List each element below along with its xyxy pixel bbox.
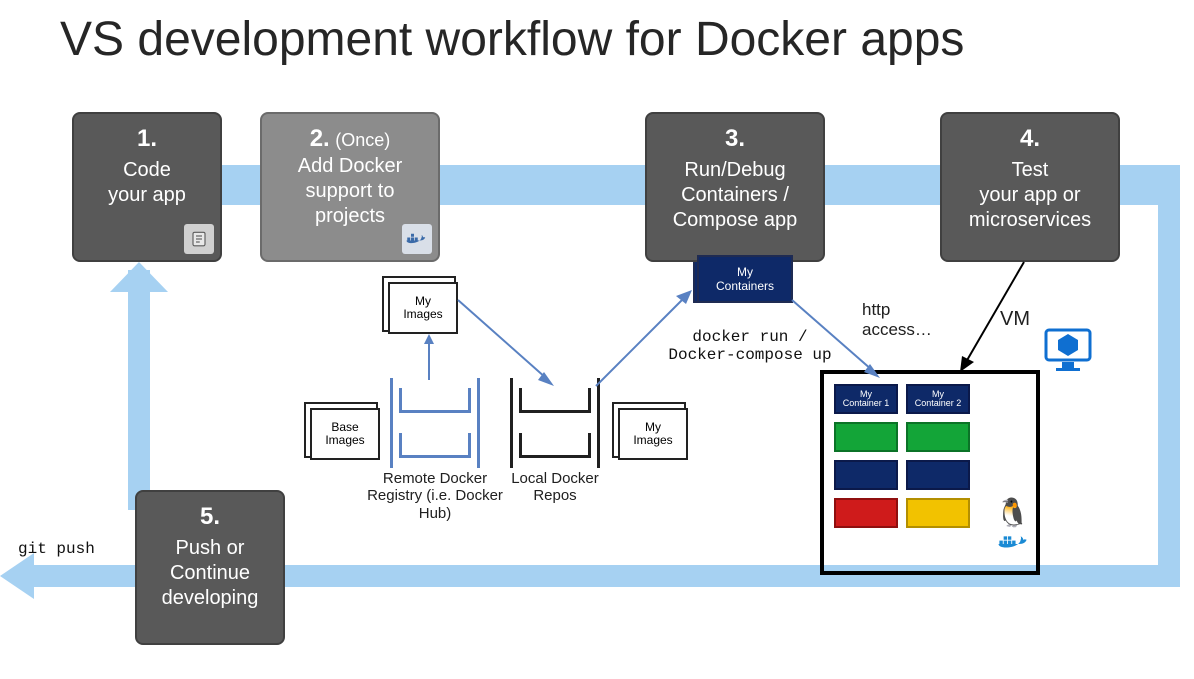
vm-container-red — [834, 498, 898, 528]
step-5-num: 5. — [145, 502, 275, 532]
my-containers-label: My Containers — [716, 265, 774, 293]
arrow-containers-to-vm — [792, 300, 882, 380]
step-1-text: Code your app — [82, 158, 212, 208]
flow-band-right — [1158, 165, 1180, 585]
vm-monitor-icon — [1044, 328, 1092, 372]
arrow-myimages-to-local — [458, 300, 558, 390]
step-2-header: 2. (Once) — [310, 129, 391, 151]
arrow-remote-to-myimages — [422, 334, 436, 380]
docker-whale-icon — [996, 532, 1030, 563]
step-2-num: 2. — [310, 125, 330, 152]
vm-container-navy-3 — [834, 460, 898, 490]
my-containers-stack: My Containers — [697, 255, 793, 303]
vm-container-yellow — [906, 498, 970, 528]
step-4-num: 4. — [950, 124, 1110, 154]
local-repos-icon — [510, 378, 600, 468]
vm-container-2: My Container 2 — [906, 384, 970, 414]
step-4-text: Test your app or microservices — [950, 158, 1110, 233]
vm-container-green-2 — [906, 422, 970, 452]
page-title: VS development workflow for Docker apps — [60, 12, 964, 67]
arrow-loop-up — [110, 262, 168, 292]
vm-container-green-1 — [834, 422, 898, 452]
step-2: 2. (Once) Add Docker support to projects — [260, 112, 440, 262]
step-3: 3. Run/Debug Containers / Compose app — [645, 112, 825, 262]
vm-container-1: My Container 1 — [834, 384, 898, 414]
document-icon — [184, 224, 214, 254]
linux-icon: 🐧 — [995, 496, 1030, 529]
vm-box: My Container 1 My Container 2 🐧 — [820, 370, 1040, 575]
git-push-label: git push — [18, 540, 95, 558]
remote-registry-label: Remote Docker Registry (i.e. Docker Hub) — [355, 470, 515, 522]
arrow-step4-to-vm — [960, 262, 1040, 372]
step-3-text: Run/Debug Containers / Compose app — [655, 158, 815, 233]
base-images-stack: Base Images — [310, 408, 380, 460]
step-5: 5. Push or Continue developing — [135, 490, 285, 645]
my-images-stack-top: My Images — [388, 282, 458, 334]
flow-band-gitpush — [30, 565, 142, 587]
step-1: 1. Code your app — [72, 112, 222, 262]
my-images-stack-right: My Images — [618, 408, 688, 460]
base-images-label: Base Images — [325, 421, 364, 447]
vm-container-navy-4 — [906, 460, 970, 490]
step-5-text: Push or Continue developing — [145, 536, 275, 611]
arrow-gitpush — [0, 553, 34, 599]
docker-icon — [402, 224, 432, 254]
flow-band-left — [128, 270, 150, 510]
step-3-num: 3. — [655, 124, 815, 154]
step-2-sub: (Once) — [335, 130, 390, 150]
flow-band-bottom — [250, 565, 1180, 587]
local-repos-label: Local Docker Repos — [510, 470, 600, 505]
step-4: 4. Test your app or microservices — [940, 112, 1120, 262]
my-images-label-1: My Images — [403, 295, 442, 321]
arrow-local-to-containers — [596, 290, 696, 386]
my-images-label-2: My Images — [633, 421, 672, 447]
step-1-num: 1. — [82, 124, 212, 154]
step-2-text: Add Docker support to projects — [270, 154, 430, 229]
remote-registry-icon — [390, 378, 480, 468]
